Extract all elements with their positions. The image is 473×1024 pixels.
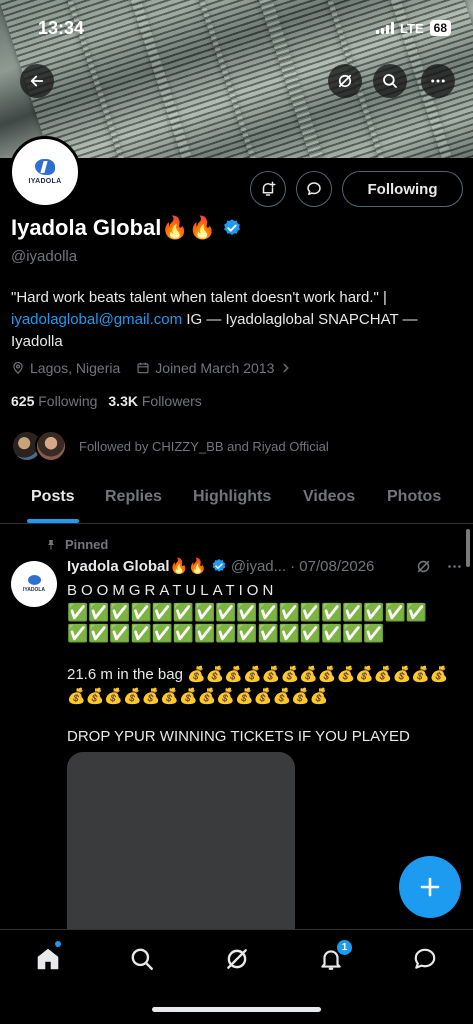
bio-email-link[interactable]: iyadolaglobal@gmail.com	[11, 311, 182, 328]
signal-icon	[376, 22, 395, 34]
more-icon[interactable]	[446, 558, 463, 575]
followed-by-avatars	[11, 430, 67, 462]
messages-icon	[414, 948, 436, 969]
message-icon	[307, 182, 321, 195]
home-icon	[37, 948, 59, 970]
message-button[interactable]	[296, 171, 332, 207]
logo-mark	[35, 159, 55, 175]
network-label: LTE	[400, 20, 424, 36]
tweet-actions-top	[415, 558, 463, 575]
tweet-handle[interactable]: @iyad...	[231, 558, 286, 575]
tweet-spacer	[67, 644, 463, 664]
add-notification-icon	[262, 181, 276, 196]
more-button[interactable]	[421, 64, 455, 98]
chevron-right-icon	[283, 363, 290, 373]
tweet-line: BOOMGRATULATION	[67, 582, 278, 599]
status-indicators: LTE 68	[376, 20, 451, 36]
joined-item[interactable]: Joined March 2013	[136, 360, 293, 376]
profile-bio: "Hard work beats talent when talent does…	[11, 287, 463, 353]
profile-meta: Lagos, Nigeria Joined March 2013	[11, 360, 293, 376]
back-arrow-icon	[30, 75, 44, 87]
followers-label: Followers	[141, 393, 202, 409]
bio-text: "Hard work beats talent when talent does…	[11, 289, 387, 306]
tab-replies[interactable]: Replies	[105, 488, 162, 506]
tab-highlights[interactable]: Highlights	[193, 488, 271, 506]
tab-posts[interactable]: Posts	[31, 488, 75, 506]
joined-text: Joined March 2013	[155, 360, 275, 376]
calendar-icon	[137, 362, 149, 374]
tweet-header: Iyadola Global🔥🔥 @iyad... · 07/08/2026	[67, 557, 463, 575]
tweet-author-name[interactable]: Iyadola Global🔥🔥	[67, 557, 207, 575]
following-label: Following	[38, 393, 98, 409]
tweet-line: DROP YPUR WINNING TICKETS IF YOU PLAYED	[67, 728, 410, 745]
grok-icon	[338, 74, 352, 88]
tweet-line: 21.6 m in the bag 💰💰💰💰💰💰💰💰💰💰💰💰💰💰💰💰💰💰💰💰💰💰…	[67, 666, 449, 705]
profile-name: Iyadola Global🔥🔥	[11, 215, 217, 240]
scrollbar[interactable]	[466, 529, 470, 567]
profile-name-row: Iyadola Global🔥🔥	[11, 215, 242, 241]
location-item: Lagos, Nigeria	[11, 360, 120, 376]
back-button[interactable]	[20, 64, 54, 98]
grok-icon	[227, 949, 247, 969]
nav-search[interactable]	[128, 945, 156, 973]
following-count: 625	[11, 393, 35, 409]
grok-button[interactable]	[328, 64, 362, 98]
status-bar: 13:34 LTE 68	[0, 14, 473, 42]
tweet-avatar-logo-text: IYADOLA	[22, 587, 46, 593]
grok-icon[interactable]	[415, 558, 432, 575]
followers-count-link[interactable]: 3.3K Followers	[108, 393, 201, 409]
tweet-text[interactable]: BOOMGRATULATION ✅✅✅✅✅✅✅✅✅✅✅✅✅✅✅✅✅ ✅✅✅✅✅✅…	[67, 580, 463, 748]
profile-avatar[interactable]: IYADOLA	[9, 136, 81, 208]
notify-button[interactable]	[250, 171, 286, 207]
active-tab-indicator	[27, 519, 79, 523]
home-indicator	[152, 1007, 321, 1012]
battery-icon: 68	[429, 20, 451, 36]
tweet-line: ✅✅✅✅✅✅✅✅✅✅✅✅✅✅✅✅✅	[67, 603, 427, 622]
search-button[interactable]	[373, 64, 407, 98]
tweet-media[interactable]	[67, 752, 295, 932]
location-text: Lagos, Nigeria	[30, 360, 121, 376]
avatar-logo-text: IYADOLA	[28, 178, 62, 185]
nav-grok[interactable]	[223, 945, 251, 973]
notifications-badge: 1	[336, 939, 353, 956]
pinned-label-row: Pinned	[45, 537, 108, 552]
follow-counts: 625 Following 3.3K Followers	[11, 393, 202, 409]
tweet-avatar[interactable]: IYADOLA	[11, 561, 57, 607]
nav-messages[interactable]	[411, 945, 439, 973]
compose-plus-icon	[420, 877, 440, 897]
search-icon	[131, 948, 153, 970]
search-icon	[383, 74, 397, 88]
following-count-link[interactable]: 625 Following	[11, 393, 97, 409]
tweet-spacer	[67, 708, 463, 726]
home-unread-dot	[55, 941, 61, 947]
status-time: 13:34	[38, 18, 85, 38]
verified-badge-icon	[212, 559, 226, 572]
tab-photos[interactable]: Photos	[387, 488, 441, 506]
verified-badge-icon[interactable]	[222, 218, 242, 238]
pinned-label: Pinned	[65, 537, 109, 552]
profile-tabs: Posts Replies Highlights Videos Photos	[0, 478, 473, 524]
tweet-line: ✅✅✅✅✅✅✅✅✅✅✅✅✅✅✅	[67, 624, 385, 643]
tweet-date[interactable]: · 07/08/2026	[290, 558, 374, 575]
more-icon	[431, 79, 445, 83]
followed-by-text: Followed by CHIZZY_BB and Riyad Official	[79, 438, 329, 454]
avatar	[35, 430, 67, 462]
pin-icon	[48, 539, 54, 549]
location-icon	[13, 361, 23, 375]
logo-mark	[27, 575, 41, 585]
followers-count: 3.3K	[108, 393, 138, 409]
followed-by-row[interactable]: Followed by CHIZZY_BB and Riyad Official	[11, 430, 329, 462]
tab-videos[interactable]: Videos	[303, 488, 355, 506]
profile-handle: @iyadolla	[11, 248, 78, 265]
compose-button[interactable]	[399, 856, 461, 918]
nav-home[interactable]	[34, 945, 62, 973]
following-button[interactable]: Following	[342, 171, 463, 207]
